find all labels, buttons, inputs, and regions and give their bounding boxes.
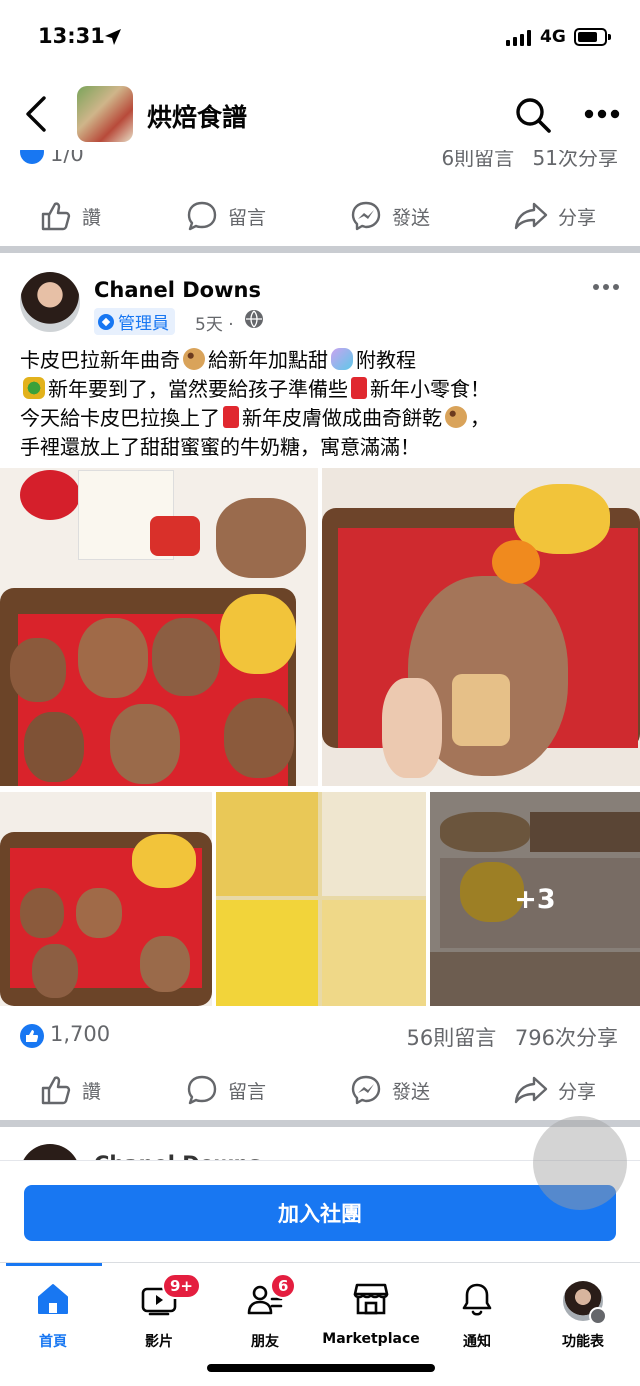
cookie-emoji-icon bbox=[183, 348, 205, 370]
tab-marketplace[interactable]: Marketplace bbox=[318, 1273, 424, 1353]
share-label: 分享 bbox=[558, 1080, 597, 1103]
author-avatar[interactable] bbox=[20, 272, 80, 332]
post-more-options-icon[interactable] bbox=[592, 282, 620, 292]
bell-icon bbox=[462, 1283, 492, 1316]
notification-badge: 9+ bbox=[162, 1273, 202, 1299]
like-reaction-icon bbox=[20, 150, 44, 164]
post-timestamp[interactable]: 5天 · bbox=[195, 310, 234, 335]
messenger-icon bbox=[351, 201, 381, 231]
like-count[interactable]: 1,700 bbox=[50, 1022, 110, 1046]
signal-icon bbox=[506, 30, 531, 46]
active-tab-indicator bbox=[6, 1263, 102, 1266]
red-envelope-emoji-icon bbox=[223, 406, 239, 428]
tab-friends[interactable]: 6 朋友 bbox=[212, 1273, 318, 1353]
share-count[interactable]: 796次分享 bbox=[515, 1026, 618, 1050]
share-label: 分享 bbox=[558, 206, 597, 229]
more-photos-overlay[interactable]: +3 bbox=[430, 792, 640, 1006]
like-label: 讚 bbox=[82, 1080, 102, 1103]
thumbs-up-icon bbox=[41, 1076, 71, 1105]
tab-label: 功能表 bbox=[562, 1334, 604, 1350]
share-button[interactable]: 分享 bbox=[514, 186, 596, 246]
tab-video[interactable]: 9+ 影片 bbox=[106, 1273, 212, 1353]
comments-shares: 56則留言 796次分享 bbox=[406, 1022, 618, 1052]
post-photo-1[interactable] bbox=[0, 468, 318, 786]
send-label: 發送 bbox=[392, 206, 431, 229]
send-button[interactable]: 發送 bbox=[350, 1060, 430, 1120]
previous-post-actions: 讚 留言 發送 分享 bbox=[0, 186, 640, 246]
post-divider bbox=[0, 246, 640, 253]
post-body: 卡皮巴拉新年曲奇 給新年加點甜 附教程 新年要到了，當然要給孩子準備些 新年小零食！ … bbox=[20, 348, 490, 459]
assistive-touch-button[interactable] bbox=[533, 1116, 627, 1210]
post-header: Chanel Downs 管理員 5天 · bbox=[0, 258, 640, 342]
tab-label: 通知 bbox=[463, 1334, 491, 1350]
author-name[interactable]: Chanel Downs bbox=[94, 278, 261, 302]
location-arrow-icon bbox=[105, 29, 121, 45]
comment-icon bbox=[187, 1075, 217, 1105]
notification-badge: 6 bbox=[270, 1273, 297, 1299]
comment-button[interactable]: 留言 bbox=[186, 1060, 266, 1120]
red-envelope-emoji-icon bbox=[351, 377, 367, 399]
comment-label: 留言 bbox=[228, 1080, 267, 1103]
tab-label: Marketplace bbox=[322, 1331, 420, 1347]
previous-comments-shares[interactable]: 6則留言 51次分享 bbox=[441, 150, 618, 171]
search-icon[interactable] bbox=[514, 96, 552, 134]
battery-icon bbox=[574, 28, 611, 46]
post-photo-3[interactable] bbox=[0, 792, 212, 1006]
post-photo-2[interactable] bbox=[322, 468, 640, 786]
post-photo-4[interactable] bbox=[216, 792, 426, 1006]
menu-avatar bbox=[563, 1281, 607, 1325]
more-options-icon[interactable] bbox=[584, 108, 620, 120]
home-indicator bbox=[207, 1364, 435, 1372]
back-button[interactable] bbox=[20, 94, 54, 134]
like-reaction-icon bbox=[20, 1024, 44, 1048]
cookie-emoji-icon bbox=[445, 406, 467, 428]
like-label: 讚 bbox=[82, 206, 102, 229]
messenger-icon bbox=[351, 1075, 381, 1105]
group-cover-thumbnail[interactable] bbox=[77, 86, 133, 142]
previous-like-count[interactable]: 1/0 bbox=[50, 150, 84, 166]
share-button[interactable]: 分享 bbox=[514, 1060, 596, 1120]
group-header: 烘焙食譜 bbox=[0, 78, 640, 150]
share-icon bbox=[514, 1076, 548, 1104]
post-photo-grid: +3 bbox=[0, 468, 640, 1006]
admin-badge: 管理員 bbox=[94, 308, 175, 335]
network-type: 4G bbox=[540, 27, 566, 47]
send-label: 發送 bbox=[392, 1080, 431, 1103]
post-actions: 讚 留言 發送 分享 bbox=[0, 1060, 640, 1120]
post-stats: 1,700 56則留言 796次分享 bbox=[0, 1016, 640, 1056]
admin-label: 管理員 bbox=[118, 314, 169, 334]
join-group-button[interactable]: 加入社團 bbox=[24, 1185, 616, 1241]
send-button[interactable]: 發送 bbox=[350, 186, 430, 246]
previous-share-count[interactable]: 51次分享 bbox=[533, 150, 618, 170]
like-button[interactable]: 讚 bbox=[40, 1060, 101, 1120]
comment-icon bbox=[187, 201, 217, 231]
tab-home[interactable]: 首頁 bbox=[0, 1273, 106, 1353]
tab-notifications[interactable]: 通知 bbox=[424, 1273, 530, 1353]
comment-button[interactable]: 留言 bbox=[186, 186, 266, 246]
admin-shield-icon bbox=[98, 313, 114, 330]
dragon-emoji-icon bbox=[23, 377, 45, 399]
tab-menu[interactable]: 功能表 bbox=[530, 1273, 636, 1353]
share-icon bbox=[514, 202, 548, 230]
comment-label: 留言 bbox=[228, 206, 267, 229]
post-photo-5[interactable]: +3 bbox=[430, 792, 640, 1006]
candy-emoji-icon bbox=[331, 348, 353, 370]
post-divider bbox=[0, 1120, 640, 1127]
thumbs-up-icon bbox=[41, 202, 71, 231]
tab-label: 影片 bbox=[145, 1334, 173, 1350]
tab-label: 首頁 bbox=[39, 1334, 67, 1350]
status-time: 13:31 bbox=[38, 24, 105, 48]
marketplace-icon bbox=[353, 1283, 389, 1315]
globe-icon bbox=[245, 310, 263, 328]
previous-post-stats: 1/0 6則留言 51次分享 bbox=[0, 150, 640, 176]
like-button[interactable]: 讚 bbox=[40, 186, 101, 246]
tab-label: 朋友 bbox=[251, 1334, 279, 1350]
previous-comment-count[interactable]: 6則留言 bbox=[441, 150, 514, 170]
comment-count[interactable]: 56則留言 bbox=[406, 1026, 496, 1050]
status-bar: 13:31 4G bbox=[0, 0, 640, 78]
home-icon bbox=[38, 1284, 68, 1314]
group-name[interactable]: 烘焙食譜 bbox=[147, 98, 247, 134]
